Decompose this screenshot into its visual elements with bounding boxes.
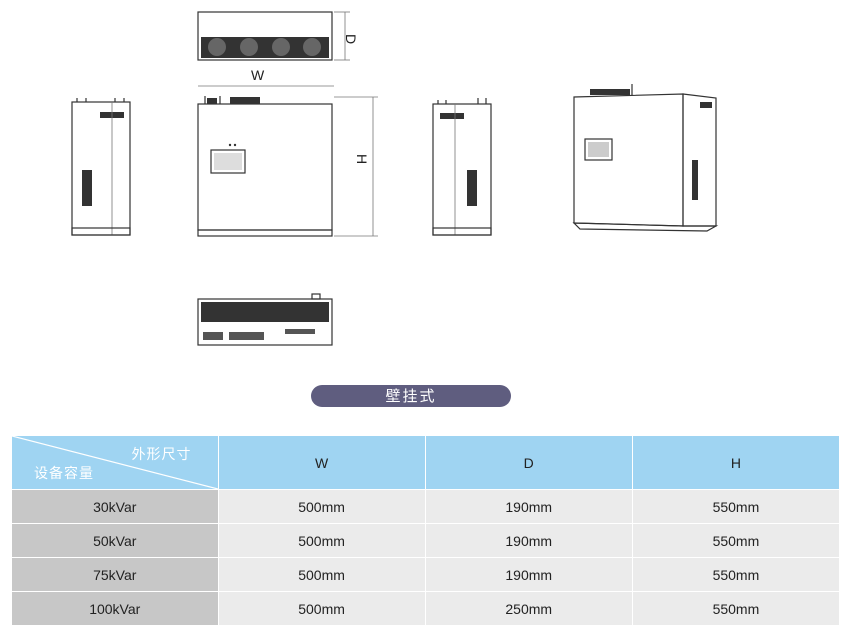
height-dimension-label: H xyxy=(354,154,370,164)
left-side-view-drawing xyxy=(71,98,131,236)
row-capacity-label: 50kVar xyxy=(12,523,219,558)
depth-dimension-label: D xyxy=(343,34,359,44)
front-view-drawing xyxy=(197,96,333,237)
mount-type-badge: 壁挂式 xyxy=(311,385,511,407)
table-header-row: 外形尺寸 设备容量 W D H xyxy=(12,436,841,490)
table-row: 30kVar 500mm 190mm 550mm xyxy=(12,489,841,524)
corner-bottom-label: 设备容量 xyxy=(34,466,94,482)
right-side-view-drawing xyxy=(432,98,492,236)
cell-w: 500mm xyxy=(218,591,426,626)
cell-d: 190mm xyxy=(425,489,633,524)
column-header-h: H xyxy=(632,436,841,490)
top-view-drawing: D xyxy=(197,11,359,61)
column-header-d: D xyxy=(425,436,633,490)
table-row: 50kVar 500mm 190mm 550mm xyxy=(12,523,841,558)
row-capacity-label: 30kVar xyxy=(12,489,219,524)
cell-h: 550mm xyxy=(632,523,841,558)
cell-h: 550mm xyxy=(632,591,841,626)
cell-h: 550mm xyxy=(632,489,841,524)
bottom-view-drawing xyxy=(197,293,333,346)
cell-w: 500mm xyxy=(218,557,426,592)
cell-w: 500mm xyxy=(218,523,426,558)
cell-w: 500mm xyxy=(218,489,426,524)
cell-d: 250mm xyxy=(425,591,633,626)
row-capacity-label: 100kVar xyxy=(12,591,219,626)
row-capacity-label: 75kVar xyxy=(12,557,219,592)
column-header-w: W xyxy=(218,436,426,490)
cell-h: 550mm xyxy=(632,557,841,592)
cell-d: 190mm xyxy=(425,523,633,558)
width-dimension: W xyxy=(198,67,334,87)
width-dimension-label: W xyxy=(251,67,265,83)
cell-d: 190mm xyxy=(425,557,633,592)
table-row: 100kVar 500mm 250mm 550mm xyxy=(12,591,841,626)
dimensions-table: 外形尺寸 设备容量 W D H 30kVar 500mm 190mm 550mm… xyxy=(12,436,841,626)
perspective-view-drawing xyxy=(572,84,719,232)
table-row: 75kVar 500mm 190mm 550mm xyxy=(12,557,841,592)
technical-drawings: D W H xyxy=(71,11,719,346)
height-dimension: H xyxy=(334,96,378,237)
table-corner-header: 外形尺寸 设备容量 xyxy=(12,436,219,490)
corner-top-label: 外形尺寸 xyxy=(131,447,192,463)
